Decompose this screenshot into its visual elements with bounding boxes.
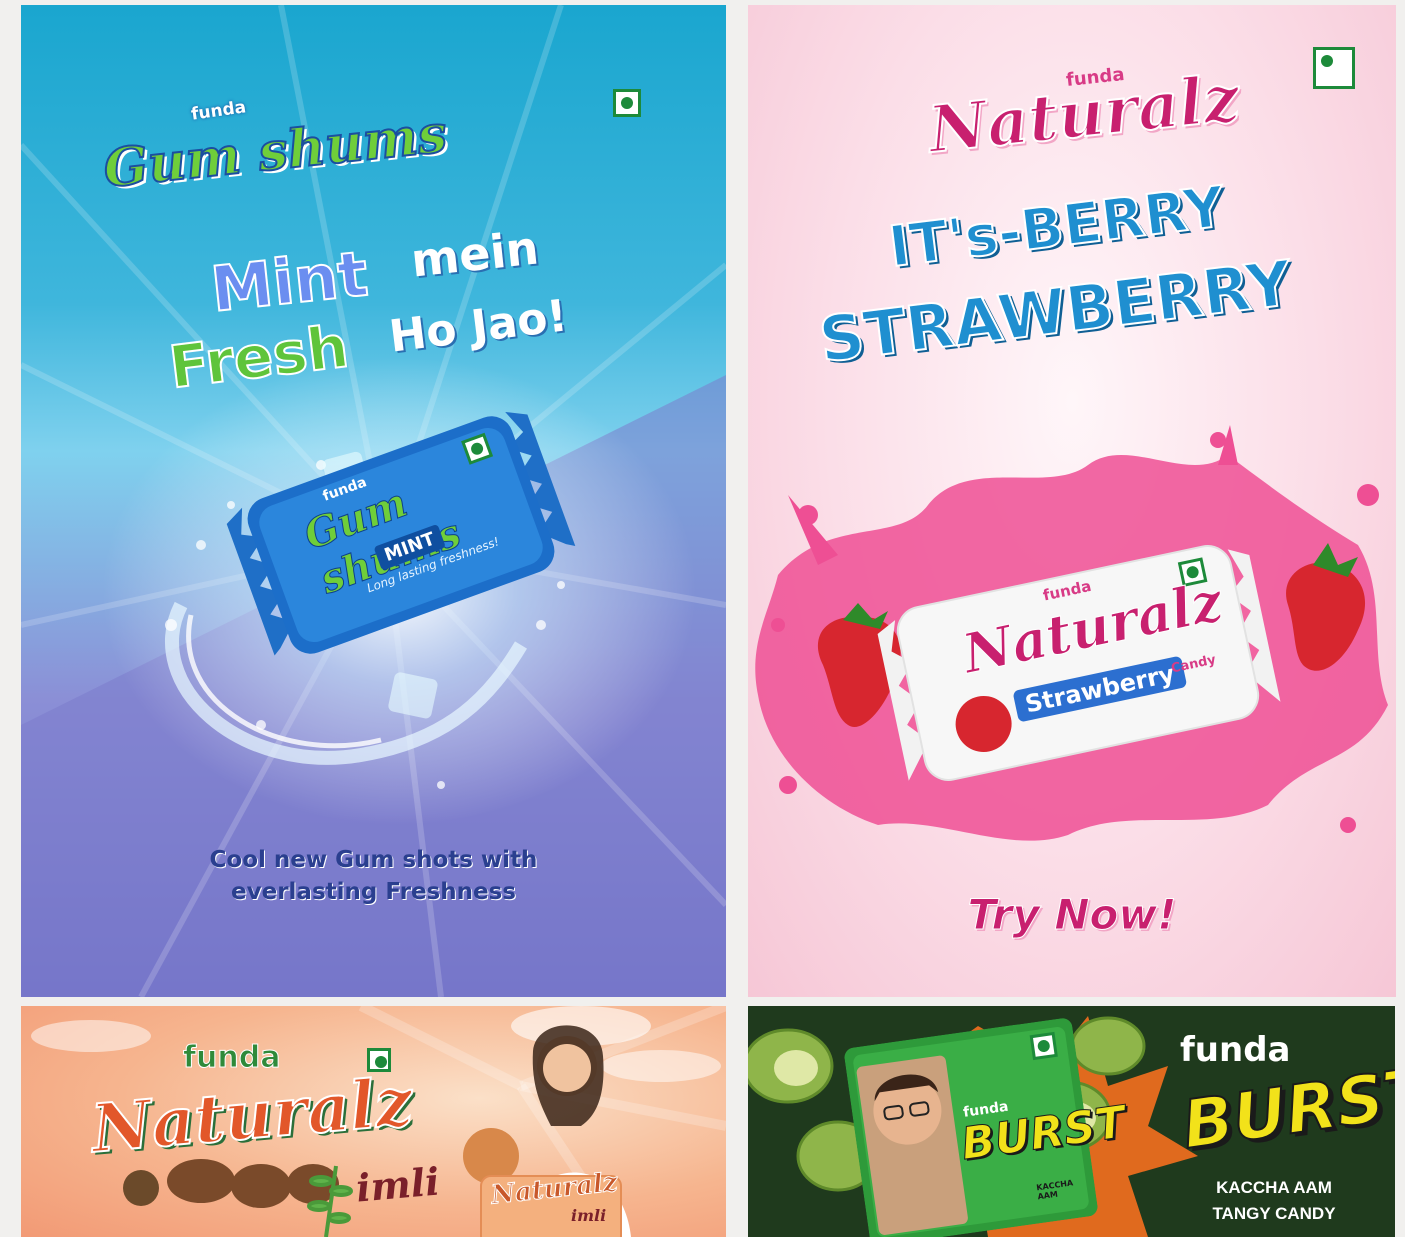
imli-brand-small: funda — [183, 1040, 281, 1076]
straw-cta-try-now: Try Now! — [967, 890, 1177, 940]
veg-mark-icon — [613, 89, 641, 117]
straw-brand-logo: Naturalz — [924, 60, 1244, 169]
funda-burst-banner[interactable]: funda BURST KACCHA AAM funda BURST KACCH… — [748, 1006, 1395, 1237]
naturalz-strawberry-poster[interactable]: funda Naturalz IT's-BERRY STRAWBERRY fun… — [748, 5, 1396, 997]
tamarind-pod-illustration — [123, 1159, 339, 1208]
burst-brand-small: funda — [1180, 1030, 1291, 1070]
imli-pack-flavor: imli — [571, 1206, 607, 1225]
naturalz-imli-banner[interactable]: funda Naturalz imli Naturalz imli — [21, 1006, 726, 1237]
gum-tagline-line1: Cool new Gum shots with — [209, 847, 538, 873]
burst-descriptor-line2: TANGY CANDY — [1212, 1204, 1336, 1223]
straw-headline-line2: STRAWBERRY — [814, 245, 1296, 377]
burst-descriptor-line1: KACCHA AAM — [1216, 1178, 1332, 1197]
gum-tagline-line2: everlasting Freshness — [231, 879, 516, 905]
veg-mark-icon — [1313, 47, 1355, 89]
imli-flavor: imli — [354, 1158, 442, 1211]
gum-shums-poster[interactable]: funda Gum shums Mint mein Fresh Ho Jao! … — [21, 5, 726, 997]
burst-candy-pack: funda BURST KACCHA AAM — [843, 1017, 1129, 1237]
